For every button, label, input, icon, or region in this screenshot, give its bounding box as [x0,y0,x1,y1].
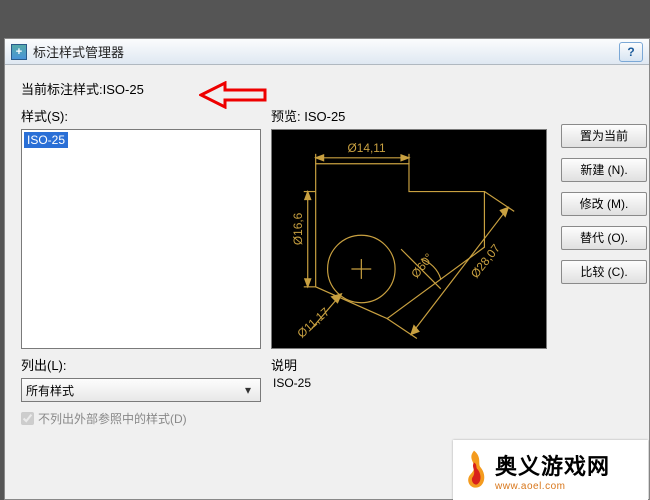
combo-value: 所有样式 [26,382,74,399]
exclude-xref-checkbox[interactable]: 不列出外部参照中的样式(D) [21,410,271,427]
preview-label: 预览: ISO-25 [271,106,561,125]
set-current-button[interactable]: 置为当前 [561,124,647,148]
window-title: 标注样式管理器 [33,42,124,61]
watermark-url: www.aoel.com [495,481,610,492]
preview-pane: Ø14,11 Ø16,6 Ø11,17 Ø60° Ø28,07 [271,129,547,349]
current-style-row: 当前标注样式:ISO-25 [21,79,649,98]
modify-button[interactable]: 修改 (M). [561,192,647,216]
titlebar: + 标注样式管理器 ? [5,39,649,65]
dialog-content: 当前标注样式:ISO-25 样式(S): ISO-25 预览: ISO-25 [5,65,649,499]
description-value: ISO-25 [271,376,561,390]
watermark: 奥义游戏网 www.aoel.com [453,440,648,500]
checkbox-label: 不列出外部参照中的样式(D) [38,410,187,427]
current-style-value: ISO-25 [103,82,144,97]
dim-d3: Ø11,17 [294,304,332,340]
dialog-window: + 标注样式管理器 ? 当前标注样式:ISO-25 样式(S): ISO-25 … [4,38,650,500]
watermark-text: 奥义游戏网 [495,449,610,481]
dim-d2: Ø16,6 [291,212,305,245]
annotation-arrow-icon [199,81,269,112]
current-style-label: 当前标注样式: [21,82,103,97]
new-button[interactable]: 新建 (N). [561,158,647,182]
chevron-down-icon: ▾ [240,383,256,397]
checkbox-input[interactable] [21,412,34,425]
dim-d4: Ø28,07 [468,241,503,281]
help-button[interactable]: ? [619,42,643,62]
dim-d1: Ø14,11 [347,141,386,155]
app-icon: + [11,44,27,60]
styles-listbox[interactable]: ISO-25 [21,129,261,349]
list-item[interactable]: ISO-25 [24,132,68,148]
override-button[interactable]: 替代 (O). [561,226,647,250]
compare-button[interactable]: 比较 (C). [561,260,647,284]
list-label: 列出(L): [21,355,271,374]
description-label: 说明 [271,355,561,374]
list-filter-combo[interactable]: 所有样式 ▾ [21,378,261,402]
flame-icon [457,449,491,491]
